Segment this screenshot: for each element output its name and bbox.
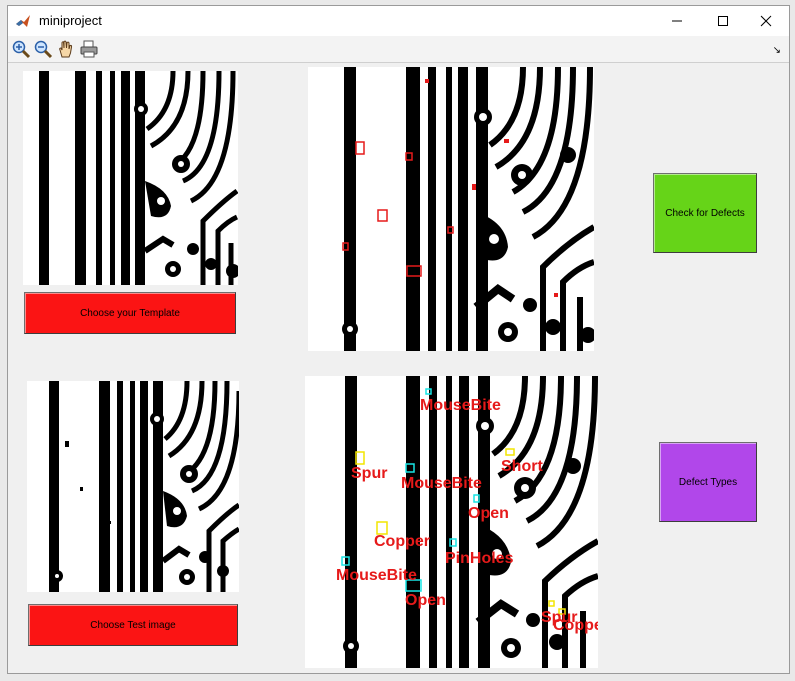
title-bar: miniproject bbox=[8, 6, 789, 36]
window-title: miniproject bbox=[39, 13, 102, 28]
template-pcb-graphic bbox=[23, 71, 238, 285]
minimize-icon bbox=[672, 20, 682, 22]
defect-label-spur: Spur bbox=[351, 465, 388, 482]
defect-label-copper: Copper bbox=[553, 617, 598, 634]
zoom-in-icon[interactable] bbox=[11, 39, 31, 59]
matlab-icon bbox=[16, 15, 30, 27]
difference-image bbox=[308, 67, 594, 351]
defect-label-short: Short bbox=[501, 458, 543, 475]
choose-template-button[interactable]: Choose your Template bbox=[24, 292, 236, 334]
defect-label-mousebite: MouseBite bbox=[401, 475, 482, 492]
maximize-button[interactable] bbox=[700, 6, 746, 36]
dock-figure-icon[interactable]: ↘ bbox=[773, 45, 781, 56]
test-image bbox=[27, 381, 239, 592]
defect-label-copper: Copper bbox=[374, 533, 430, 550]
print-icon[interactable] bbox=[79, 39, 99, 59]
defect-label-open: Open bbox=[468, 505, 509, 522]
defect-label-pinholes: PinHoles bbox=[445, 550, 514, 567]
defect-types-button[interactable]: Defect Types bbox=[659, 442, 757, 522]
template-image bbox=[23, 71, 238, 285]
close-icon bbox=[760, 15, 772, 27]
check-for-defects-button[interactable]: Check for Defects bbox=[653, 173, 757, 253]
pan-hand-icon[interactable] bbox=[56, 39, 76, 59]
defect-label-mousebite: MouseBite bbox=[420, 397, 501, 414]
choose-test-image-button[interactable]: Choose Test image bbox=[28, 604, 238, 646]
difference-pcb-graphic bbox=[308, 67, 594, 351]
test-pcb-graphic bbox=[27, 381, 239, 592]
figure-toolbar: ↘ bbox=[8, 36, 789, 63]
close-button[interactable] bbox=[743, 6, 789, 36]
minimize-button[interactable] bbox=[654, 6, 700, 36]
figure-canvas: Choose your Template Check for Defects C… bbox=[8, 63, 789, 673]
zoom-out-icon[interactable] bbox=[33, 39, 53, 59]
defect-label-open: Open bbox=[405, 592, 446, 609]
defect-labeled-image: MouseBite Spur Short MouseBite Open Copp… bbox=[305, 376, 598, 668]
defect-label-mousebite: MouseBite bbox=[336, 567, 417, 584]
maximize-icon bbox=[718, 16, 728, 26]
figure-window: miniproject ↘ Choose your Template Check… bbox=[7, 5, 790, 674]
